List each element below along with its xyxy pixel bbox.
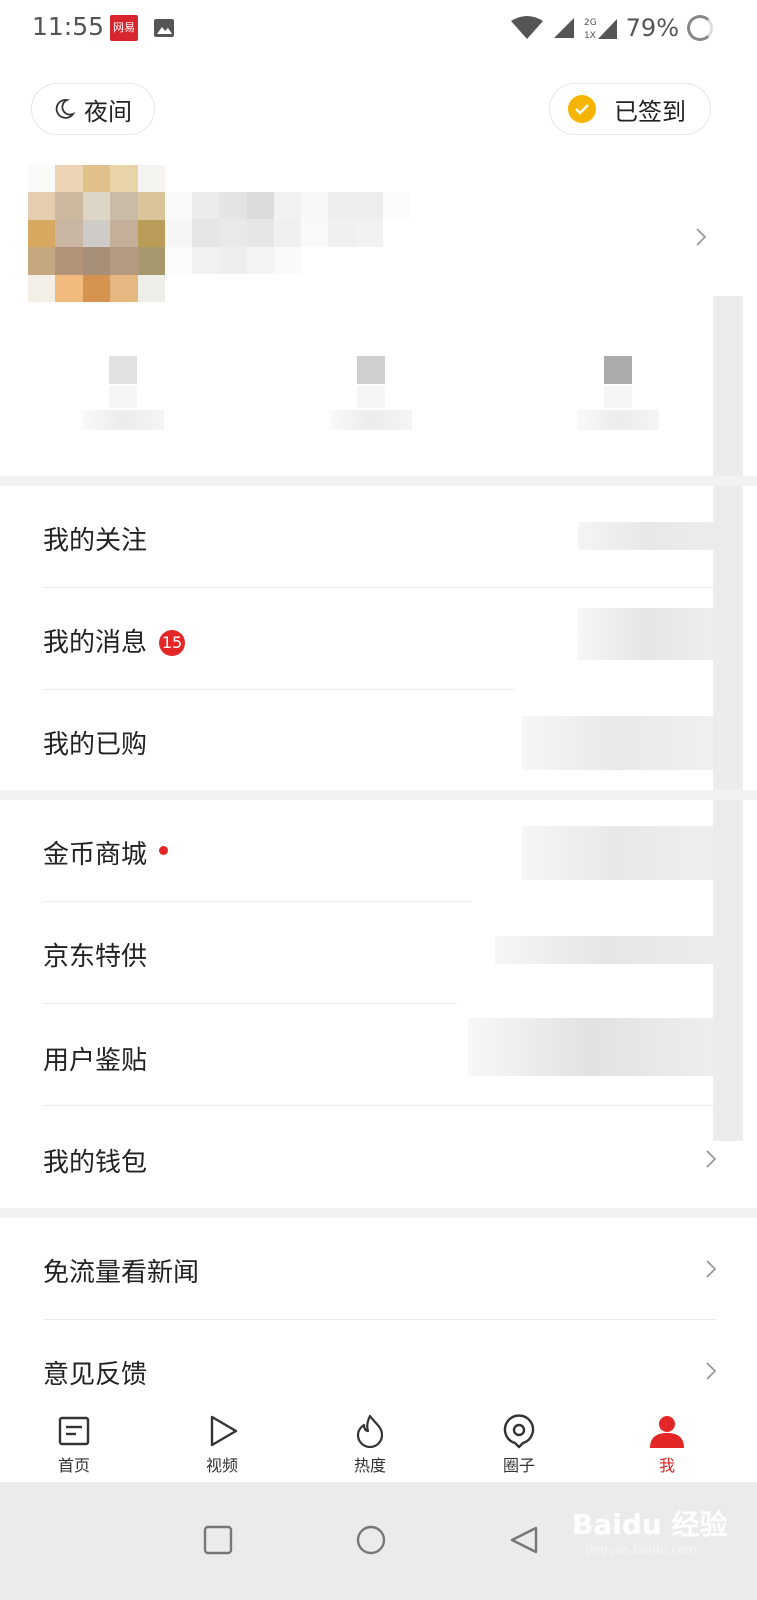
battery-ring-icon xyxy=(687,15,713,41)
tab-home[interactable]: 首页 xyxy=(24,1404,124,1482)
recents-square-icon[interactable] xyxy=(203,1525,233,1555)
new-dot-indicator xyxy=(159,846,169,855)
stat-item-3[interactable] xyxy=(577,356,659,431)
home-news-icon xyxy=(58,1416,90,1446)
blurred-value xyxy=(578,608,713,660)
menu-label-wrap: 我的消息 15 xyxy=(43,622,186,659)
menu-item-my-purchases[interactable]: 我的已购 xyxy=(0,690,757,792)
menu-label-wrap: 金币商城 xyxy=(43,834,169,871)
unread-count-badge: 15 xyxy=(159,630,186,656)
profile-chevron-right-icon xyxy=(696,228,707,246)
menu-label: 我的关注 xyxy=(43,526,148,556)
baidu-jingyan-watermark: Baidu 经验 jingyan.baidu.com xyxy=(572,1485,742,1565)
night-mode-button[interactable]: 夜间 xyxy=(31,83,155,135)
signal-2g-1x-icon: 2G 1X xyxy=(584,18,617,41)
flame-icon xyxy=(356,1414,384,1449)
chevron-right-icon xyxy=(706,1150,717,1168)
menu-item-jd-special[interactable]: 京东特供 xyxy=(0,902,757,1004)
avatar[interactable] xyxy=(28,165,165,302)
wifi-icon xyxy=(510,16,543,39)
sign-in-button[interactable]: 已签到 xyxy=(549,83,711,135)
signal-icon xyxy=(553,18,574,38)
watermark-main: Baidu 经验 xyxy=(572,1508,728,1541)
circle-icon xyxy=(503,1414,535,1449)
stat-item-2[interactable] xyxy=(330,356,412,431)
section-divider xyxy=(0,476,757,486)
menu-label: 我的钱包 xyxy=(43,1148,148,1178)
tab-label: 热度 xyxy=(353,1456,386,1475)
blurred-value xyxy=(522,716,713,770)
profile-icon xyxy=(650,1416,684,1448)
tab-circle[interactable]: 圈子 xyxy=(469,1404,569,1482)
section-divider xyxy=(0,1208,757,1218)
blurred-value xyxy=(495,936,713,964)
tab-me[interactable]: 我 xyxy=(617,1404,717,1482)
tab-label: 圈子 xyxy=(502,1456,535,1475)
moon-icon xyxy=(55,99,76,119)
battery-percent: 79% xyxy=(625,14,679,42)
menu-item-coin-mall[interactable]: 金币商城 xyxy=(0,800,757,902)
menu-label: 我的已购 xyxy=(43,730,148,760)
gallery-icon xyxy=(154,19,174,37)
status-time: 11:55 xyxy=(32,12,105,41)
tab-label: 视频 xyxy=(205,1456,238,1475)
blurred-value xyxy=(522,826,713,880)
signal-2g-text: 2G xyxy=(584,18,597,28)
menu-item-user-appraisal[interactable]: 用户鉴贴 xyxy=(0,1004,757,1106)
menu-item-my-wallet[interactable]: 我的钱包 xyxy=(0,1106,757,1208)
tab-trending[interactable]: 热度 xyxy=(320,1404,420,1482)
menu-label: 京东特供 xyxy=(43,942,148,972)
menu-item-my-messages[interactable]: 我的消息 15 xyxy=(0,588,757,690)
menu-label: 金币商城 xyxy=(43,840,148,870)
stat-item-1[interactable] xyxy=(82,356,164,431)
tab-video[interactable]: 视频 xyxy=(172,1404,272,1482)
watermark-sub: jingyan.baidu.com xyxy=(586,1543,697,1557)
night-mode-label: 夜间 xyxy=(84,97,132,126)
back-triangle-icon[interactable] xyxy=(509,1525,539,1555)
menu-item-free-data-news[interactable]: 免流量看新闻 xyxy=(0,1218,757,1320)
menu-label: 免流量看新闻 xyxy=(43,1258,200,1288)
tab-label: 首页 xyxy=(57,1456,90,1475)
home-circle-icon[interactable] xyxy=(356,1525,386,1555)
menu-label: 我的消息 xyxy=(43,628,148,658)
netease-app-icon: 网易 xyxy=(110,15,138,41)
check-coin-icon xyxy=(568,95,596,123)
signal-1x-text: 1X xyxy=(584,31,596,41)
menu-label: 用户鉴贴 xyxy=(43,1046,148,1076)
chevron-right-icon xyxy=(706,1260,717,1278)
menu-item-my-follows[interactable]: 我的关注 xyxy=(0,486,757,588)
chevron-right-icon xyxy=(706,1362,717,1380)
status-right-group: 2G 1X 79% xyxy=(510,14,713,42)
blurred-value xyxy=(468,1018,713,1076)
profile-name-blurred[interactable] xyxy=(165,192,410,274)
video-play-icon xyxy=(210,1415,238,1447)
signed-in-label: 已签到 xyxy=(614,97,686,126)
bottom-tab-bar: 首页 视频 热度 圈子 我 xyxy=(0,1404,757,1482)
status-bar: 11:55 网易 2G 1X 79% xyxy=(0,0,757,56)
menu-label: 意见反馈 xyxy=(43,1360,148,1390)
blurred-value xyxy=(578,522,713,550)
tab-label: 我 xyxy=(658,1456,675,1475)
